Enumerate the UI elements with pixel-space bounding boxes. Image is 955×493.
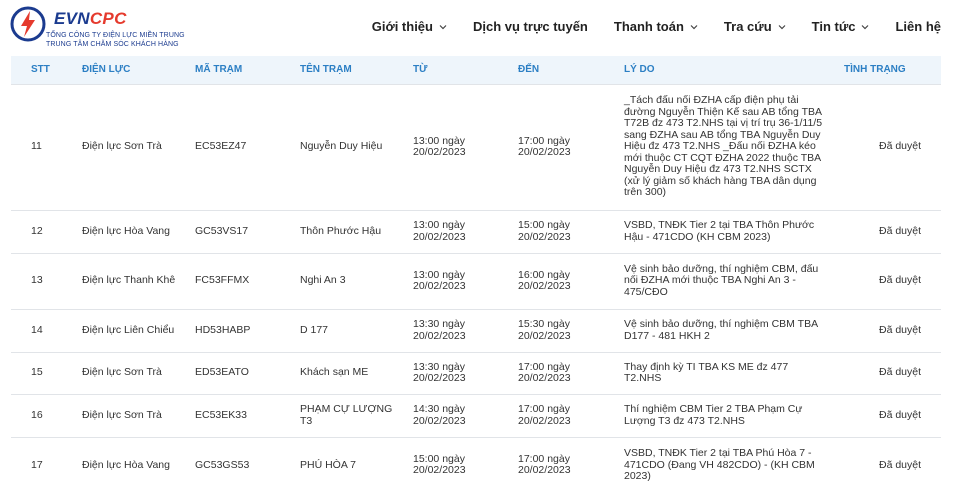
chevron-down-icon (439, 25, 447, 30)
cell-ma-tram: EC53EK33 (195, 408, 247, 421)
cell-den: 17:00 ngày 20/02/2023 (518, 360, 571, 384)
cell-dien-luc: Điện lực Thanh Khê (82, 274, 176, 287)
table-header-row: STT ĐIỆN LỰC MÃ TRẠM TÊN TRẠM TỪ ĐẾN LÝ … (11, 56, 941, 84)
table-row: 11 Điện lực Sơn Trà EC53EZ47 Nguyễn Duy Hiệ… (11, 84, 941, 210)
cell-tu: 13:30 ngày 20/02/2023 (413, 360, 466, 384)
main-nav: Giới thiệu Dịch vụ trực tuyến Thanh toán Tr… (346, 17, 941, 37)
nav-item-2[interactable]: Thanh toán (614, 17, 698, 37)
brand-name: EVNCPC (54, 9, 127, 29)
nav-item-4[interactable]: Tin tức (812, 17, 870, 37)
nav-item-label: Liên hệ (895, 19, 941, 34)
cell-tu: 13:00 ngày 20/02/2023 (413, 134, 466, 158)
cell-stt: 15 (31, 366, 43, 379)
chevron-down-icon (690, 25, 698, 30)
col-header-tinh-trang: TÌNH TRẠNG (844, 64, 906, 76)
cell-ly-do: Vệ sinh bảo dưỡng, thí nghiệm CBM TBA D1… (624, 318, 818, 342)
cell-ma-tram: HD53HABP (195, 323, 251, 336)
cell-ma-tram: GC53VS17 (195, 224, 249, 237)
cell-ma-tram: FC53FFMX (195, 274, 250, 287)
cell-tu: 15:00 ngày 20/02/2023 (413, 452, 466, 477)
cell-stt: 12 (31, 224, 43, 237)
cell-ten-tram: Nghi An 3 (300, 274, 346, 287)
cell-ten-tram: Nguyễn Duy Hiệu (300, 140, 383, 153)
cell-stt: 13 (31, 274, 43, 287)
cell-ly-do: Thí nghiệm CBM Tier 2 TBA Phạm Cự Lượng … (624, 403, 803, 427)
brand-evn: EVN (54, 9, 90, 28)
brand-cpc: CPC (89, 9, 127, 28)
evn-logo-icon (10, 6, 46, 42)
cell-tinh-trang: Đã duyệt (879, 408, 922, 421)
cell-dien-luc: Điện lực Sơn Trà (82, 140, 162, 153)
outage-schedule-table: STT ĐIỆN LỰC MÃ TRẠM TÊN TRẠM TỪ ĐẾN LÝ … (11, 56, 941, 493)
table-row: 17 Điện lực Hòa Vang GC53GS53 PHÚ HÒA 7 15:0… (11, 437, 941, 493)
cell-ten-tram: Khách sạn ME (300, 366, 369, 379)
cell-den: 15:30 ngày 20/02/2023 (518, 318, 571, 342)
nav-item-label: Giới thiệu (371, 19, 433, 34)
cell-tu: 13:30 ngày 20/02/2023 (413, 318, 466, 342)
table-row: 14 Điện lực Liên Chiểu HD53HABP D 177 13:30 … (11, 309, 941, 352)
chevron-down-icon (862, 25, 869, 30)
site-header: EVNCPC TỔNG CÔNG TY ĐIỆN LỰC MIỀN TRUNG … (0, 0, 955, 56)
cell-ly-do: VSBD, TNĐK Tier 2 tại TBA Thôn Phước Hậu… (624, 219, 815, 243)
chevron-down-icon (778, 25, 786, 30)
cell-tinh-trang: Đã duyệt (879, 323, 922, 336)
col-header-tu: TỪ (413, 64, 428, 76)
cell-tu: 13:00 ngày 20/02/2023 (413, 219, 466, 243)
col-header-ly-do: LÝ DO (624, 64, 655, 76)
cell-ten-tram: Thôn Phước Hậu (300, 224, 382, 237)
cell-den: 15:00 ngày 20/02/2023 (518, 219, 571, 243)
nav-item-label: Tra cứu (723, 19, 772, 34)
cell-tu: 13:00 ngày 20/02/2023 (413, 268, 466, 292)
col-header-den: ĐẾN (518, 64, 540, 76)
table-row: 16 Điện lực Sơn Trà EC53EK33 PHẠM CỰ LƯỢNG … (11, 394, 941, 437)
cell-tu: 14:30 ngày 20/02/2023 (413, 403, 466, 427)
nav-item-5[interactable]: Liên hệ (895, 17, 941, 37)
cell-ma-tram: EC53EZ47 (195, 140, 247, 153)
cell-ly-do: Thay định kỳ TI TBA KS ME đz 477 T2.NHS (624, 360, 789, 384)
table-row: 13 Điện lực Thanh Khê FC53FFMX Nghi An 3 13:… (11, 253, 941, 309)
cell-stt: 14 (31, 323, 43, 336)
nav-item-label: Tin tức (811, 19, 856, 34)
cell-ma-tram: ED53EATO (195, 366, 249, 379)
cell-dien-luc: Điện lực Sơn Trà (82, 366, 162, 379)
cell-den: 17:00 ngày 20/02/2023 (518, 452, 571, 477)
cell-ma-tram: GC53GS53 (195, 458, 250, 471)
cell-stt: 11 (31, 140, 42, 153)
cell-stt: 17 (31, 458, 43, 471)
brand-line-1: TỔNG CÔNG TY ĐIỆN LỰC MIỀN TRUNG (46, 32, 185, 39)
col-header-ten-tram: TÊN TRẠM (300, 64, 352, 76)
cell-stt: 16 (31, 408, 43, 421)
cell-ly-do: Vệ sinh bảo dưỡng, thí nghiệm CBM, đấu n… (624, 262, 819, 298)
cell-ten-tram: PHẠM CỰ LƯỢNG T3 (300, 403, 393, 427)
evncpc-logo[interactable]: EVNCPC TỔNG CÔNG TY ĐIỆN LỰC MIỀN TRUNG … (10, 5, 210, 53)
cell-ly-do: VSBD, TNĐK Tier 2 tại TBA Phú Hòa 7 - 47… (624, 447, 815, 482)
cell-tinh-trang: Đã duyệt (879, 274, 922, 287)
cell-ten-tram: D 177 (300, 323, 329, 336)
cell-tinh-trang: Đã duyệt (879, 224, 922, 237)
cell-tinh-trang: Đã duyệt (879, 140, 922, 153)
brand-line-2: TRUNG TÂM CHĂM SÓC KHÁCH HÀNG (46, 41, 179, 48)
cell-tinh-trang: Đã duyệt (879, 366, 922, 379)
cell-den: 17:00 ngày 20/02/2023 (518, 403, 571, 427)
cell-dien-luc: Điện lực Hòa Vang (82, 224, 170, 237)
cell-den: 17:00 ngày 20/02/2023 (518, 134, 571, 158)
cell-den: 16:00 ngày 20/02/2023 (518, 268, 571, 292)
cell-dien-luc: Điện lực Hòa Vang (82, 458, 170, 471)
table-row: 12 Điện lực Hòa Vang GC53VS17 Thôn Phước Hậ… (11, 210, 941, 253)
nav-item-3[interactable]: Tra cứu (724, 17, 786, 37)
table-row: 15 Điện lực Sơn Trà ED53EATO Khách sạn ME 13… (11, 352, 941, 394)
cell-ten-tram: PHÚ HÒA 7 (300, 458, 357, 471)
nav-item-0[interactable]: Giới thiệu (372, 17, 447, 37)
nav-item-label: Dịch vụ trực tuyến (472, 19, 588, 34)
cell-dien-luc: Điện lực Liên Chiểu (82, 323, 175, 336)
cell-dien-luc: Điện lực Sơn Trà (82, 408, 162, 421)
cell-ly-do: _Tách đấu nối ĐZHA cấp điện phụ tải đườn… (624, 94, 823, 199)
col-header-ma-tram: MÃ TRẠM (195, 64, 243, 76)
nav-item-1[interactable]: Dịch vụ trực tuyến (473, 17, 588, 37)
cell-tinh-trang: Đã duyệt (879, 458, 922, 471)
nav-item-label: Thanh toán (613, 19, 684, 34)
col-header-stt: STT (31, 64, 50, 76)
col-header-dien-luc: ĐIỆN LỰC (82, 64, 131, 76)
